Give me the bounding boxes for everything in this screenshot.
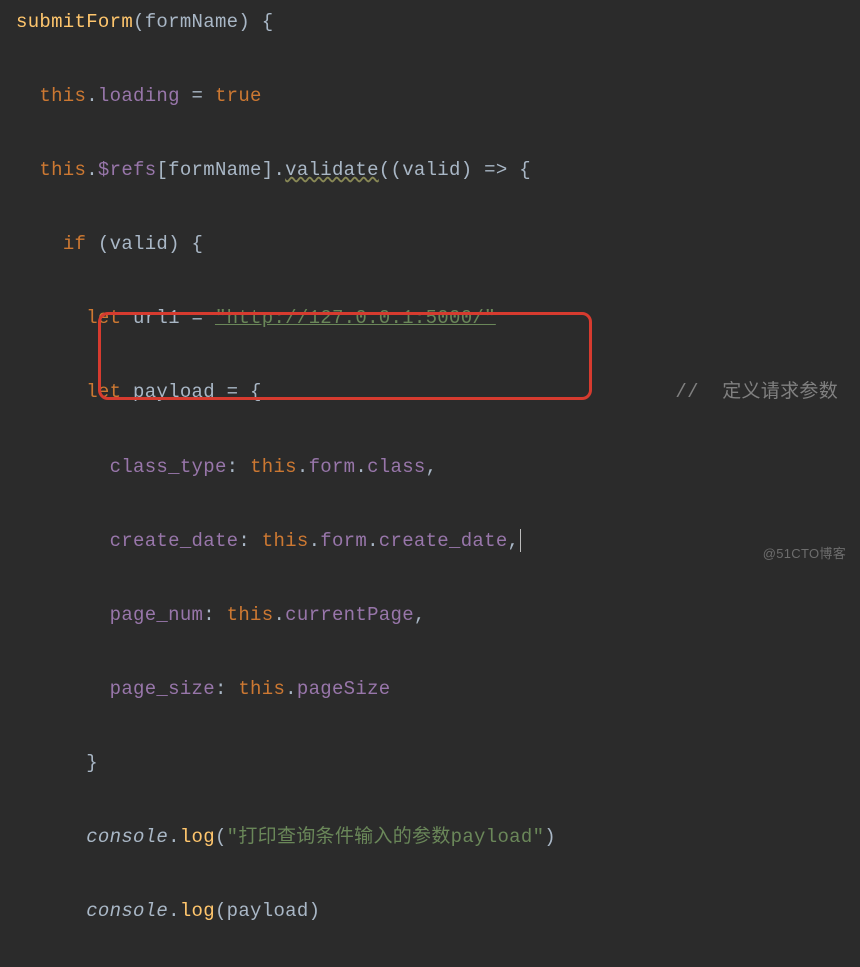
code-line: } xyxy=(16,745,860,782)
log-string: "打印查询条件输入的参数payload" xyxy=(227,826,545,848)
code-line: this.$refs[formName].validate((valid) =>… xyxy=(16,152,860,189)
method-validate: validate xyxy=(285,159,379,181)
keyword-if: if xyxy=(63,233,86,255)
code-line: page_size: this.pageSize xyxy=(16,671,860,708)
keyword-true: true xyxy=(215,85,262,107)
code-line: page_num: this.currentPage, xyxy=(16,597,860,634)
paren: ) { xyxy=(238,11,273,33)
code-line: let url1 = "http://127.0.0.1:5000/" xyxy=(16,300,860,337)
text-cursor xyxy=(520,529,521,552)
watermark: @51CTO博客 xyxy=(763,541,846,566)
param: formName xyxy=(145,11,239,33)
comment: // 定义请求参数 xyxy=(675,374,838,411)
code-line: submitForm(formName) { xyxy=(16,4,860,41)
code-line: console.log(payload) xyxy=(16,893,860,930)
property: loading xyxy=(98,85,180,107)
paren: ( xyxy=(133,11,145,33)
keyword-let: let xyxy=(86,307,121,329)
code-line: let payload = {// 定义请求参数 xyxy=(16,374,860,411)
code-line: class_type: this.form.class, xyxy=(16,449,860,486)
code-line: this.loading = true xyxy=(16,78,860,115)
code-line: console.log("打印查询条件输入的参数payload") xyxy=(16,819,860,856)
code-line: if (valid) { xyxy=(16,226,860,263)
this-keyword: this xyxy=(39,85,86,107)
code-line: create_date: this.form.create_date, xyxy=(16,523,860,560)
url-string: "http://127.0.0.1:5000/" xyxy=(215,307,496,329)
console-ident: console xyxy=(86,826,168,848)
function-name: submitForm xyxy=(16,11,133,33)
code-editor[interactable]: submitForm(formName) { this.loading = tr… xyxy=(16,4,860,967)
